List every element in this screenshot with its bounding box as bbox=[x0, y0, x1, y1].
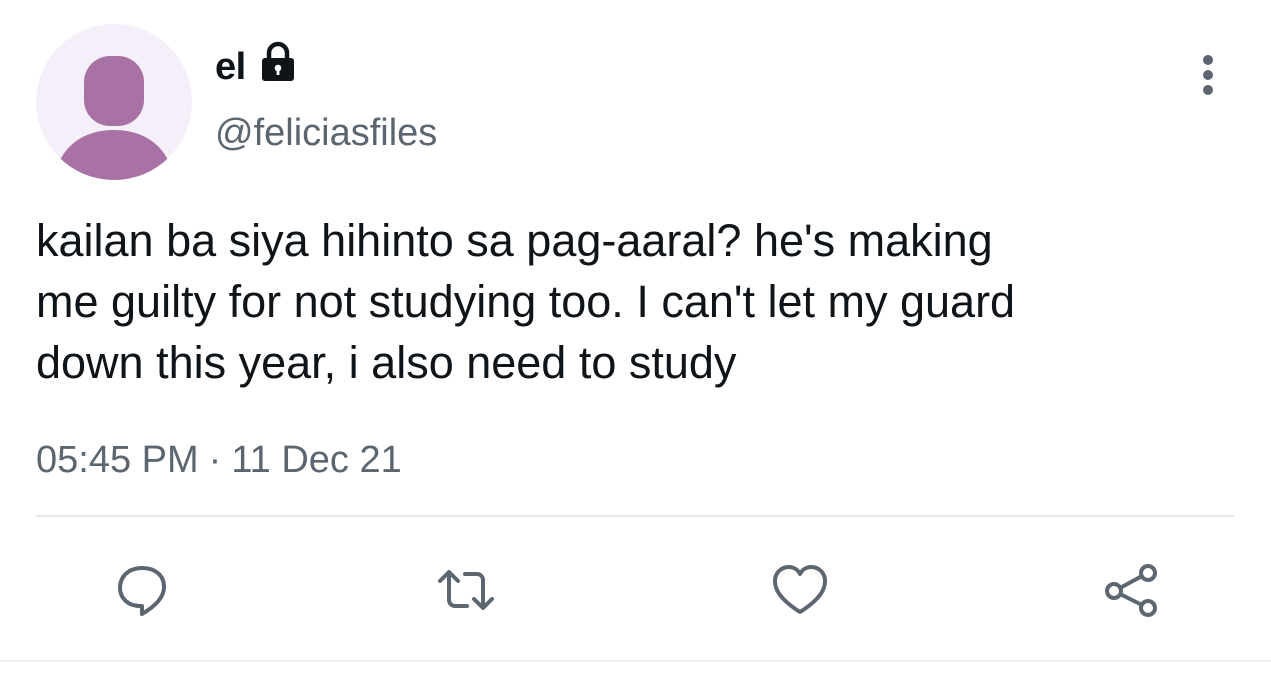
share-icon bbox=[1105, 564, 1157, 617]
divider bbox=[36, 515, 1234, 517]
retweet-button[interactable] bbox=[434, 560, 498, 620]
tweet-time: 05:45 PM bbox=[36, 439, 199, 481]
tweet-text-line: kailan ba siya hihinto sa pag-aaral? he'… bbox=[36, 215, 993, 266]
default-profile-icon bbox=[54, 56, 174, 180]
tweet-date: 11 Dec 21 bbox=[231, 439, 402, 481]
tweet-text-line: me guilty for not studying too. I can't … bbox=[36, 276, 1016, 327]
share-button[interactable] bbox=[1099, 560, 1163, 620]
like-button[interactable] bbox=[768, 560, 832, 620]
reply-button[interactable] bbox=[110, 560, 174, 620]
display-name[interactable]: el bbox=[215, 42, 246, 92]
tweet-text: kailan ba siya hihinto sa pag-aaral? he'… bbox=[36, 210, 1236, 393]
retweet-icon bbox=[438, 570, 494, 610]
more-vertical-icon[interactable] bbox=[1193, 52, 1223, 98]
lock-icon bbox=[262, 41, 294, 81]
tweet-text-line: down this year, i also need to study bbox=[36, 337, 737, 388]
bottom-divider bbox=[0, 660, 1271, 662]
avatar[interactable] bbox=[36, 24, 192, 180]
reply-icon bbox=[118, 566, 166, 616]
tweet-timestamp[interactable]: 05:45 PM · 11 Dec 21 bbox=[36, 436, 402, 484]
user-handle[interactable]: @feliciasfiles bbox=[215, 110, 437, 156]
meta-separator: · bbox=[208, 439, 222, 481]
heart-icon bbox=[773, 565, 827, 614]
